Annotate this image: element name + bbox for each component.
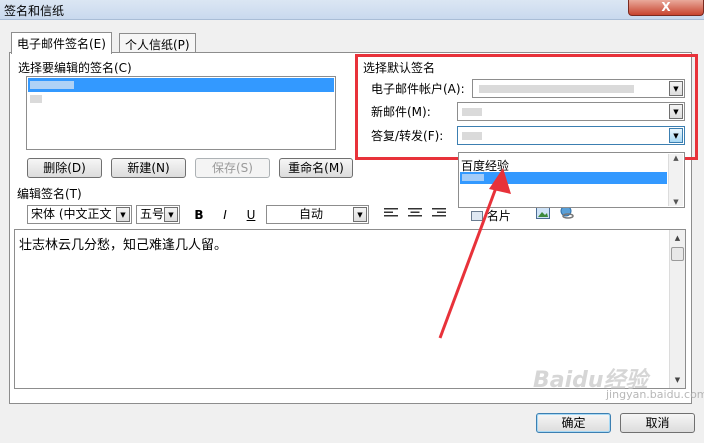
close-icon: X — [661, 0, 671, 14]
signature-list[interactable] — [26, 76, 336, 150]
blurred-signature-name — [462, 174, 484, 181]
underline-button[interactable]: U — [240, 205, 262, 225]
align-center-button[interactable] — [404, 205, 426, 225]
font-name-value: 宋体 (中文正文 — [31, 207, 112, 221]
signature-list-selected-row[interactable] — [28, 78, 334, 92]
insert-picture-button[interactable] — [532, 205, 554, 225]
tab-personal-stationery[interactable]: 个人信纸(P) — [119, 33, 196, 53]
replies-forwards-dropdown-list[interactable]: 百度经验 ▲ ▼ — [458, 152, 685, 208]
font-color-value: 自动 — [298, 207, 323, 221]
chevron-up-icon[interactable]: ▲ — [670, 230, 685, 246]
save-button[interactable]: 保存(S) — [195, 158, 270, 178]
chevron-down-icon[interactable]: ▼ — [669, 198, 683, 206]
signature-list-label: 选择要编辑的签名(C) — [18, 61, 132, 75]
blurred-signature-name — [30, 81, 74, 89]
font-name-select[interactable]: 宋体 (中文正文 ▼ — [27, 205, 132, 224]
font-size-select[interactable]: 五号 ▼ — [136, 205, 180, 224]
dropdown-option-selected[interactable] — [460, 172, 667, 184]
signature-text[interactable]: 壮志林云几分愁，知己难逢几人留。 — [19, 234, 227, 253]
align-center-icon — [408, 208, 422, 217]
chevron-up-icon[interactable]: ▲ — [669, 154, 683, 162]
window-title: 签名和信纸 — [4, 4, 65, 18]
business-card-button[interactable]: 名片 — [471, 207, 511, 225]
new-button[interactable]: 新建(N) — [111, 158, 186, 178]
align-right-button[interactable] — [428, 205, 450, 225]
close-button[interactable]: X — [628, 0, 704, 16]
delete-button[interactable]: 删除(D) — [27, 158, 102, 178]
tab-personal-stationery-label: 个人信纸(P) — [125, 38, 190, 52]
edit-signature-label: 编辑签名(T) — [17, 187, 82, 201]
watermark-url: jingyan.baidu.com — [606, 388, 704, 401]
cancel-button[interactable]: 取消 — [620, 413, 695, 433]
italic-button[interactable]: I — [214, 205, 236, 225]
bold-button[interactable]: B — [188, 205, 210, 225]
font-size-value: 五号 — [140, 207, 165, 221]
align-left-button[interactable] — [380, 205, 402, 225]
font-color-select[interactable]: 自动 ▼ — [266, 205, 369, 224]
align-left-icon — [384, 208, 398, 217]
chevron-down-icon[interactable]: ▼ — [164, 207, 178, 222]
align-right-icon — [432, 208, 446, 217]
rename-button[interactable]: 重命名(M) — [279, 158, 353, 178]
business-card-label: 名片 — [486, 209, 511, 223]
tab-email-signature[interactable]: 电子邮件签名(E) — [11, 32, 112, 54]
editor-scrollbar[interactable]: ▲ ▼ — [669, 230, 685, 388]
dropdown-scrollbar[interactable]: ▲ ▼ — [668, 154, 683, 206]
insert-hyperlink-button[interactable] — [556, 205, 578, 225]
chevron-down-icon[interactable]: ▼ — [353, 207, 367, 222]
blurred-signature-name — [30, 95, 42, 103]
chevron-down-icon[interactable]: ▼ — [116, 207, 130, 222]
scrollbar-thumb[interactable] — [671, 247, 684, 261]
ok-button[interactable]: 确定 — [536, 413, 611, 433]
chevron-down-icon[interactable]: ▼ — [670, 372, 685, 388]
title-bar: 签名和信纸 X — [0, 0, 704, 20]
tab-email-signature-label: 电子邮件签名(E) — [17, 37, 106, 51]
annotation-highlight-box — [355, 54, 698, 160]
business-card-icon — [471, 211, 483, 221]
